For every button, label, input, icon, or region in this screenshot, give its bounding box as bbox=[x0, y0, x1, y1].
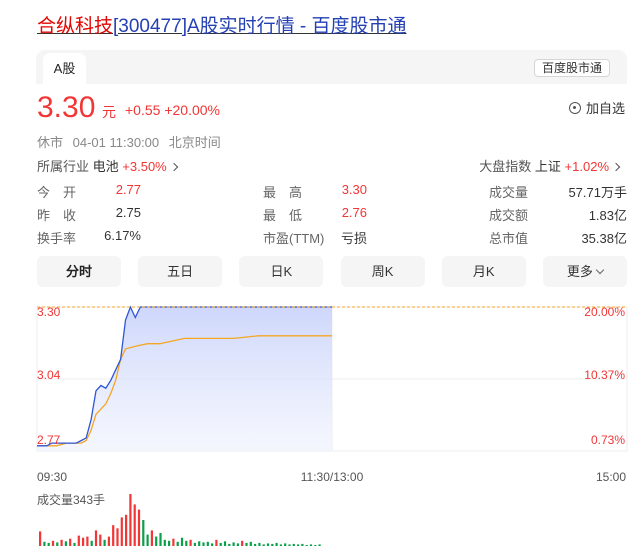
stat-value: 1.83亿 bbox=[588, 208, 627, 223]
stat-value: 亏损 bbox=[340, 231, 367, 246]
stats-row: 今 开 2.77 最 高 3.30 成交量 57.71万手 bbox=[37, 180, 627, 203]
chevron-right-icon bbox=[611, 162, 621, 172]
quote-timezone: 北京时间 bbox=[168, 135, 221, 150]
industry-change: +3.50% bbox=[122, 159, 167, 174]
stock-title-link[interactable]: 合纵科技[300477]A股实时行情 - 百度股市通 bbox=[37, 16, 407, 37]
tab-five-day[interactable]: 五日 bbox=[138, 256, 223, 287]
stat-label: 最 高 bbox=[263, 185, 303, 200]
quote-card: A股 百度股市通 3.30 元 +0.55 +20.00% 加自选 休市 04-… bbox=[36, 50, 627, 556]
stat-value: 2.75 bbox=[115, 205, 141, 220]
stats-row: 换手率 6.17% 市盈(TTM) 亏损 总市值 35.38亿 bbox=[37, 226, 627, 249]
stats-grid: 今 开 2.77 最 高 3.30 成交量 57.71万手 昨 收 2.75 最… bbox=[37, 180, 627, 249]
quote-datetime: 04-01 11:30:00 bbox=[72, 135, 160, 150]
stat-label: 换手率 bbox=[37, 231, 77, 246]
stats-row: 昨 收 2.75 最 低 2.76 成交额 1.83亿 bbox=[37, 203, 627, 226]
current-price: 3.30 bbox=[37, 91, 96, 124]
price-unit: 元 bbox=[102, 104, 116, 120]
stat-label: 市盈(TTM) bbox=[263, 231, 325, 246]
chevron-down-icon bbox=[595, 265, 605, 275]
stat-value: 2.77 bbox=[115, 182, 141, 197]
price-change: +0.55 +20.00% bbox=[125, 102, 220, 118]
stat-value: 2.76 bbox=[341, 205, 367, 220]
stat-label: 成交量 bbox=[489, 185, 529, 200]
tab-intraday[interactable]: 分时 bbox=[37, 256, 121, 287]
status-text: 休市 bbox=[37, 135, 64, 150]
add-watchlist-button[interactable]: 加自选 bbox=[568, 98, 625, 117]
market-index-label: 大盘指数 bbox=[479, 159, 532, 174]
stock-name: 合纵科技 bbox=[37, 16, 114, 37]
tab-daily-k[interactable]: 日K bbox=[239, 256, 324, 287]
tab-more[interactable]: 更多 bbox=[542, 256, 627, 287]
stat-label: 成交额 bbox=[489, 208, 529, 223]
source-badge[interactable]: 百度股市通 bbox=[533, 59, 610, 77]
stock-title-rest: [300477]A股实时行情 - 百度股市通 bbox=[113, 16, 407, 37]
page-title[interactable]: 合纵科技[300477]A股实时行情 - 百度股市通 bbox=[37, 14, 407, 40]
stat-value: 35.38亿 bbox=[581, 231, 627, 246]
add-watchlist-label: 加自选 bbox=[585, 101, 625, 116]
chevron-right-icon bbox=[169, 162, 178, 172]
industry-link[interactable]: 所属行业 电池 +3.50% bbox=[37, 156, 178, 175]
period-tabs: 分时 五日 日K 周K 月K 更多 bbox=[37, 256, 627, 287]
change-percent: +20.00% bbox=[164, 102, 220, 118]
market-tab-bar: A股 百度股市通 bbox=[36, 50, 627, 84]
industry-name: 电池 bbox=[92, 159, 119, 174]
stat-label: 总市值 bbox=[489, 231, 529, 246]
market-index-link[interactable]: 大盘指数 上证 +1.02% bbox=[479, 156, 621, 175]
stat-label: 今 开 bbox=[37, 185, 77, 200]
stat-value: 6.17% bbox=[104, 228, 141, 243]
stat-label: 昨 收 bbox=[37, 208, 77, 223]
stat-label: 最 低 bbox=[263, 208, 303, 223]
market-status: 休市 04-01 11:30:00 北京时间 bbox=[37, 132, 227, 151]
stat-value: 3.30 bbox=[341, 182, 367, 197]
tab-weekly-k[interactable]: 周K bbox=[340, 256, 425, 287]
tab-monthly-k[interactable]: 月K bbox=[441, 256, 526, 287]
industry-label: 所属行业 bbox=[37, 159, 90, 174]
change-amount: +0.55 bbox=[125, 102, 161, 118]
stat-value: 57.71万手 bbox=[568, 185, 627, 200]
tab-more-label: 更多 bbox=[566, 264, 593, 279]
add-circle-icon bbox=[568, 101, 581, 114]
tab-a-share[interactable]: A股 bbox=[43, 53, 86, 84]
market-index-change: +1.02% bbox=[564, 159, 609, 174]
market-index-name: 上证 bbox=[534, 159, 561, 174]
